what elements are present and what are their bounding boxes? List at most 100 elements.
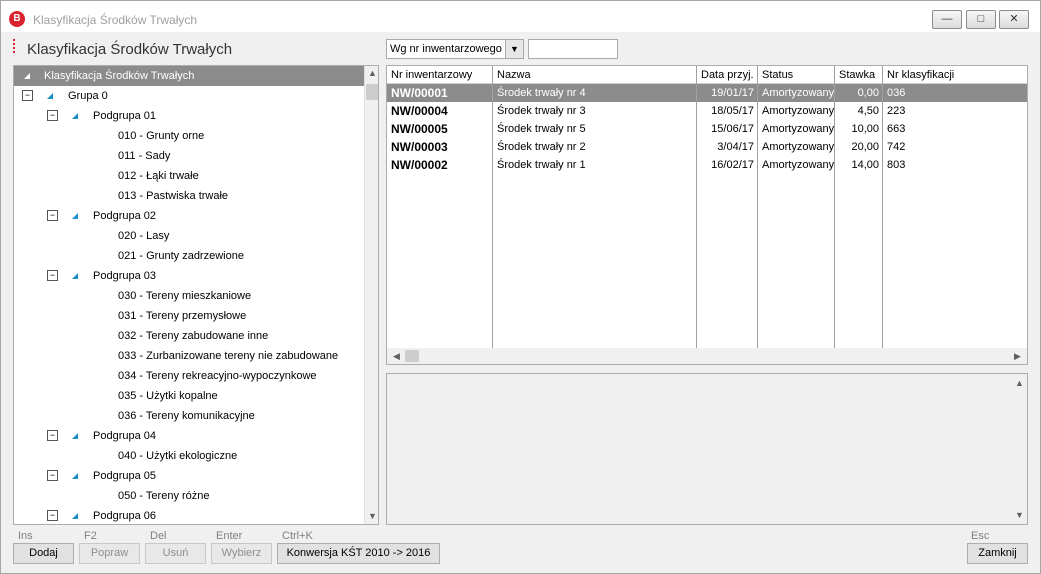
tree-group-item[interactable]: − Podgrupa 01 [14,106,364,126]
table-cell: 663 [887,123,906,135]
table-cell: NW/00002 [391,158,448,172]
expanded-triangle-icon [72,433,78,439]
scroll-up-icon[interactable]: ▲ [1012,376,1027,391]
table-horizontal-scrollbar[interactable]: ◀ ▶ [387,348,1027,364]
column-header[interactable]: Nr inwentarzowy [387,66,493,84]
collapse-icon[interactable]: − [22,90,33,101]
table-cell: 14,00 [851,159,879,171]
close-window-button[interactable]: ✕ [999,10,1029,29]
column-divider [757,66,758,348]
tree-leaf-item[interactable]: 050 - Tereny różne [14,486,364,506]
convert-kst-button[interactable]: Konwersja KŚT 2010 -> 2016 [277,543,440,564]
collapse-icon[interactable]: − [47,470,58,481]
tree-group-item[interactable]: − Podgrupa 04 [14,426,364,446]
page-title: Klasyfikacja Środków Trwałych [27,41,233,58]
tree-leaf-item[interactable]: 021 - Grunty zadrzewione [14,246,364,266]
column-header[interactable]: Nr klasyfikacji [883,66,1027,84]
chevron-down-icon[interactable]: ▼ [505,40,523,58]
tree-leaf-item[interactable]: 031 - Tereny przemysłowe [14,306,364,326]
column-header[interactable]: Data przyj. [697,66,758,84]
expanded-triangle-icon [72,273,78,279]
table-cell: 16/02/17 [711,159,754,171]
tree-group-item[interactable]: − Podgrupa 06 [14,506,364,524]
tree-group-item[interactable]: − Grupa 0 [14,86,364,106]
tree-item-label: 036 - Tereny komunikacyjne [118,410,255,422]
column-header[interactable]: Nazwa [493,66,697,84]
table-row[interactable]: NW/00004 Środek trwały nr 3 18/05/17 Amorty… [387,102,1027,120]
table-cell: Amortyzowany [762,87,835,99]
tree-leaf-item[interactable]: 036 - Tereny komunikacyjne [14,406,364,426]
search-input[interactable] [528,39,618,59]
tree-root-item[interactable]: Klasyfikacja Środków Trwałych [14,66,364,86]
tree-leaf-item[interactable]: 035 - Użytki kopalne [14,386,364,406]
tree-item-label: Podgrupa 04 [93,430,156,442]
expanded-triangle-icon [72,213,78,219]
column-header[interactable]: Status [758,66,835,84]
table-cell: Środek trwały nr 3 [497,105,586,117]
tree-leaf-item[interactable]: 040 - Użytki ekologiczne [14,446,364,466]
assets-table[interactable]: Nr inwentarzowy Nazwa Data przyj. Status Sta… [386,65,1028,365]
classification-tree[interactable]: Klasyfikacja Środków Trwałych − Grupa 0− P… [13,65,379,525]
column-header[interactable]: Stawka [835,66,883,84]
tree-group-item[interactable]: − Podgrupa 02 [14,206,364,226]
tree-leaf-item[interactable]: 010 - Grunty orne [14,126,364,146]
table-row[interactable]: NW/00005 Środek trwały nr 5 15/06/17 Amorty… [387,120,1027,138]
title-bar[interactable]: B Klasyfikacja Środków Trwałych — □ ✕ [1,1,1040,32]
column-divider [696,66,697,348]
tree-leaf-item[interactable]: 032 - Tereny zabudowane inne [14,326,364,346]
tree-leaf-item[interactable]: 020 - Lasy [14,226,364,246]
close-button[interactable]: Zamknij [967,543,1028,564]
tree-leaf-item[interactable]: 034 - Tereny rekreacyjno-wypoczynkowe [14,366,364,386]
tree-leaf-item[interactable]: 011 - Sady [14,146,364,166]
tree-leaf-item[interactable]: 012 - Łąki trwałe [14,166,364,186]
table-cell: 18/05/17 [711,105,754,117]
delete-button[interactable]: Usuń [145,543,206,564]
tree-item-label: 020 - Lasy [118,230,170,242]
tree-vertical-scrollbar[interactable]: ▲ ▼ [364,66,378,524]
expanded-triangle-icon [72,473,78,479]
scroll-left-icon[interactable]: ◀ [389,349,404,364]
table-cell: 742 [887,141,906,153]
edit-button[interactable]: Popraw [79,543,140,564]
select-button[interactable]: Wybierz [211,543,272,564]
tree-leaf-item[interactable]: 033 - Zurbanizowane tereny nie zabudowan… [14,346,364,366]
collapse-icon[interactable]: − [47,430,58,441]
tree-item-label: Podgrupa 02 [93,210,156,222]
delete-shortcut-hint: Del [150,530,167,542]
tree-leaf-item[interactable]: 013 - Pastwiska trwałe [14,186,364,206]
collapse-icon[interactable]: − [47,110,58,121]
table-cell: Środek trwały nr 4 [497,87,586,99]
collapse-icon[interactable]: − [47,270,58,281]
table-cell: 223 [887,105,906,117]
scroll-right-icon[interactable]: ▶ [1010,349,1025,364]
maximize-button[interactable]: □ [966,10,996,29]
table-cell: Amortyzowany [762,141,835,153]
sort-order-select[interactable]: Wg nr inwentarzowego ▼ [386,39,524,59]
collapse-icon[interactable]: − [47,210,58,221]
add-button[interactable]: Dodaj [13,543,74,564]
scroll-up-icon[interactable]: ▲ [365,66,378,81]
table-row[interactable]: NW/00001 Środek trwały nr 4 19/01/17 Amorty… [387,84,1027,102]
collapse-icon[interactable]: − [47,510,58,521]
tree-item-label: 050 - Tereny różne [118,490,210,502]
app-logo-icon: B [9,11,25,27]
tree-root-label: Klasyfikacja Środków Trwałych [44,70,195,82]
minimize-button[interactable]: — [932,10,962,29]
table-row[interactable]: NW/00003 Środek trwały nr 2 3/04/17 Amortyz… [387,138,1027,156]
window-title: Klasyfikacja Środków Trwałych [33,13,198,27]
table-cell: NW/00004 [391,104,448,118]
scrollbar-thumb[interactable] [405,350,419,362]
header-marker-icon [13,39,16,53]
scrollbar-thumb[interactable] [366,84,378,100]
tree-item-label: Podgrupa 03 [93,270,156,282]
column-divider [834,66,835,348]
tree-group-item[interactable]: − Podgrupa 03 [14,266,364,286]
scroll-down-icon[interactable]: ▼ [365,509,378,524]
tree-item-label: 034 - Tereny rekreacyjno-wypoczynkowe [118,370,317,382]
tree-leaf-item[interactable]: 030 - Tereny mieszkaniowe [14,286,364,306]
close-icon: ✕ [1009,13,1019,25]
tree-group-item[interactable]: − Podgrupa 05 [14,466,364,486]
scroll-down-icon[interactable]: ▼ [1012,508,1027,523]
expanded-triangle-icon [72,513,78,519]
table-row[interactable]: NW/00002 Środek trwały nr 1 16/02/17 Amorty… [387,156,1027,174]
